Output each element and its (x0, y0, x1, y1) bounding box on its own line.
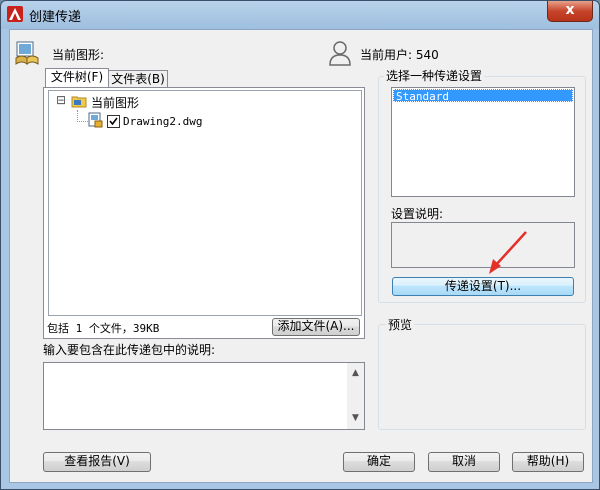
current-drawing-label: 当前图形: (52, 48, 105, 62)
view-report-button-label: 查看报告(V) (64, 454, 130, 468)
drawing-icon (14, 40, 40, 66)
folder-icon (71, 93, 87, 109)
transmittal-setups-button-label: 传递设置(T)... (444, 279, 522, 293)
scroll-up-icon[interactable]: ▲ (347, 365, 364, 382)
preview-label: 预览 (386, 316, 415, 333)
autocad-app-icon (7, 6, 23, 22)
file-summary-text: 包括 1 个文件，39KB (47, 322, 160, 335)
file-include-checkbox[interactable] (107, 115, 120, 128)
help-button-label: 帮助(H) (526, 454, 570, 468)
file-tree[interactable]: ⊟ 当前图形 Drawing2.dwg (48, 90, 362, 316)
settings-list[interactable]: Standard (391, 87, 575, 197)
help-button[interactable]: 帮助(H) (512, 452, 584, 472)
cancel-button-label: 取消 (451, 454, 476, 468)
preview-group (378, 324, 586, 430)
scroll-down-icon[interactable]: ▼ (347, 410, 364, 427)
notes-label: 输入要包含在此传递包中的说明: (43, 343, 216, 357)
tree-file-label[interactable]: Drawing2.dwg (123, 115, 202, 128)
dwg-file-icon (87, 112, 103, 128)
notes-scrollbar[interactable]: ▲ ▼ (347, 363, 364, 429)
create-transmittal-window: 创建传递 x 当前图形: 当前用户: 540 文件树(F) 文件表(B) ⊟ 当… (0, 0, 600, 490)
notes-textarea[interactable]: ▲ ▼ (43, 362, 365, 430)
add-file-button[interactable]: 添加文件(A)... (272, 318, 360, 336)
title-bar[interactable]: 创建传递 x (1, 1, 599, 27)
tab-file-tree[interactable]: 文件树(F) (45, 68, 109, 89)
tree-expander[interactable]: ⊟ (56, 93, 66, 107)
view-report-button[interactable]: 查看报告(V) (43, 452, 151, 472)
ok-button-label: 确定 (366, 454, 391, 468)
tree-root-label[interactable]: 当前图形 (91, 94, 139, 111)
cancel-button[interactable]: 取消 (428, 452, 500, 472)
ok-button[interactable]: 确定 (343, 452, 415, 472)
annotation-arrow-icon (489, 231, 527, 274)
settings-item-standard: Standard (396, 90, 449, 103)
settings-list-item[interactable]: Standard (393, 89, 573, 103)
current-user-label: 当前用户: 540 (360, 48, 439, 62)
tab-file-tree-label: 文件树(F) (50, 70, 104, 84)
tab-file-list-label: 文件表(B) (111, 72, 165, 86)
settings-description-label: 设置说明: (391, 207, 444, 221)
settings-group-label: 选择一种传递设置 (384, 67, 485, 84)
dialog-body: 当前图形: 当前用户: 540 文件树(F) 文件表(B) ⊟ 当前图形 Dra… (9, 29, 593, 483)
window-title: 创建传递 (29, 10, 82, 25)
user-icon (328, 40, 352, 66)
transmittal-setups-button[interactable]: 传递设置(T)... (392, 277, 574, 296)
add-file-button-label: 添加文件(A)... (277, 319, 355, 333)
close-button[interactable]: x (547, 1, 593, 22)
